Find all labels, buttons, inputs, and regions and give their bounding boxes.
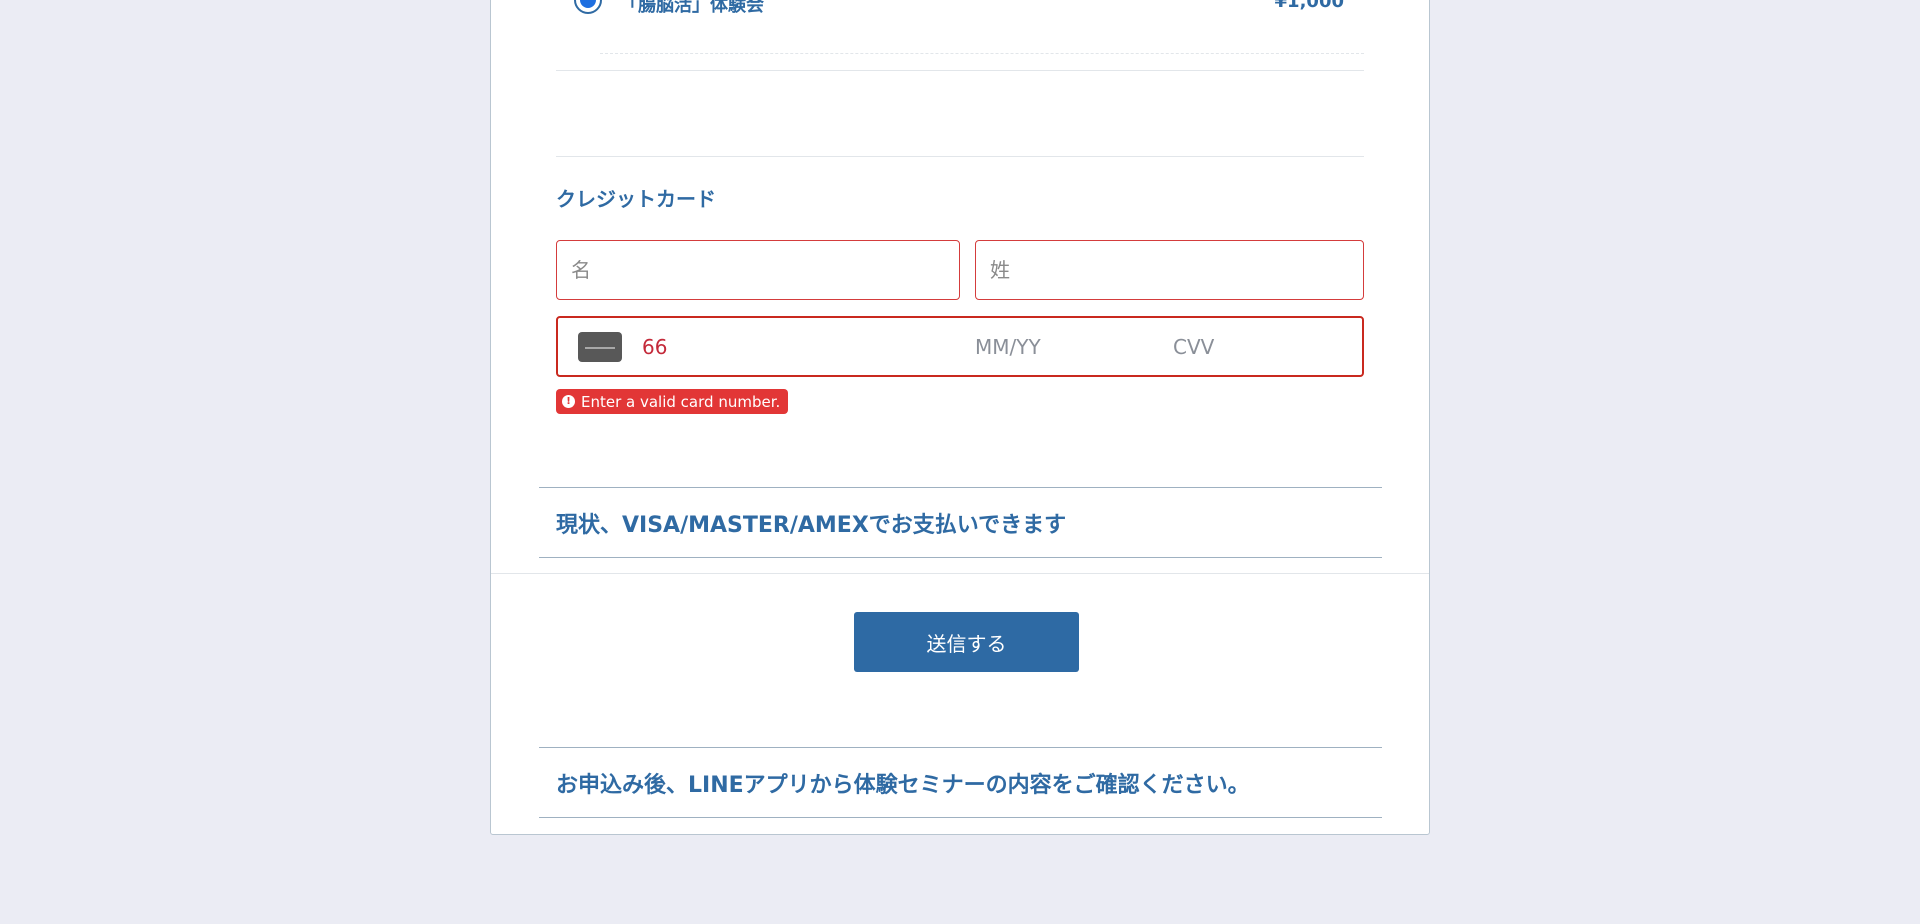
card-expiry-input[interactable]: MM/YY: [975, 335, 1041, 359]
payment-notice: 現状、VISA/MASTER/AMEXでお支払いできます: [539, 487, 1382, 558]
divider: [556, 70, 1364, 71]
card-error-message: Enter a valid card number.: [581, 392, 781, 411]
card-details-field[interactable]: 66 MM/YY CVV: [556, 316, 1364, 377]
card-error-badge: ! Enter a valid card number.: [556, 389, 789, 414]
divider: [556, 156, 1364, 157]
footer-notice: お申込み後、LINEアプリから体験セミナーの内容をご確認ください。: [539, 747, 1382, 818]
plan-option-label: 「腸脳活」体験会: [620, 0, 764, 16]
last-name-input[interactable]: [975, 240, 1364, 300]
form-card: [490, 0, 1430, 835]
exclamation-icon: !: [562, 395, 575, 408]
divider: [491, 573, 1429, 574]
plan-option-price: ¥1,000: [1274, 0, 1344, 12]
submit-button[interactable]: 送信する: [854, 612, 1079, 672]
credit-card-icon: [578, 332, 622, 362]
card-cvv-input[interactable]: CVV: [1173, 335, 1214, 359]
credit-card-section-title: クレジットカード: [556, 187, 716, 211]
first-name-input[interactable]: [556, 240, 960, 300]
card-number-input[interactable]: 66: [642, 335, 667, 359]
